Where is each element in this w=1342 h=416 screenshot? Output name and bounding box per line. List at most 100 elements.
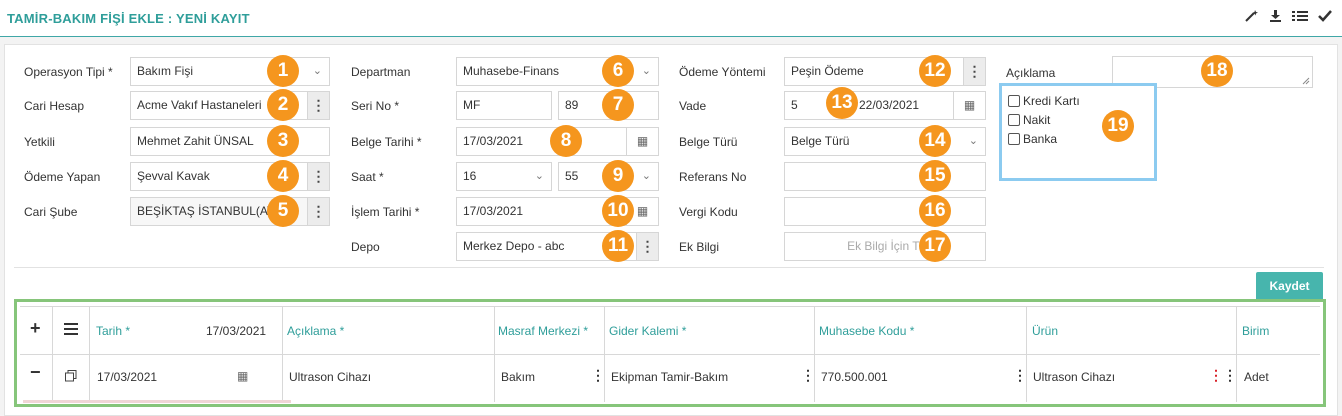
operasyon-tipi-label: Operasyon Tipi * <box>24 65 113 79</box>
copy-icon[interactable] <box>65 370 77 385</box>
annotation-badge: 16 <box>919 195 951 227</box>
departman-value: Muhasebe-Finans <box>463 64 560 78</box>
annotation-badge: 12 <box>919 55 951 87</box>
annotation-badge: 6 <box>602 55 634 87</box>
col-header-muhasebe-kodu[interactable]: Muhasebe Kodu * <box>819 324 914 338</box>
col-header-birim[interactable]: Birim <box>1242 324 1269 338</box>
nakit-checkbox[interactable]: Nakit <box>1008 113 1050 127</box>
islem-tarihi-value: 17/03/2021 <box>463 204 524 218</box>
checkbox-icon[interactable] <box>1008 133 1020 145</box>
belge-tarihi-input[interactable]: 17/03/2021 <box>456 127 627 156</box>
row-urun[interactable]: Ultrason Cihazı <box>1033 370 1115 384</box>
urun-menu-button[interactable]: ⋮ <box>1223 367 1237 384</box>
saat-label: Saat * <box>351 170 384 184</box>
annotation-badge: 3 <box>267 125 299 157</box>
magic-wand-icon[interactable] <box>1244 9 1258 26</box>
col-header-urun[interactable]: Ürün <box>1032 324 1058 338</box>
odeme-yapan-value: Şevval Kavak <box>137 169 210 183</box>
nakit-label: Nakit <box>1023 113 1051 127</box>
ek-bilgi-input[interactable]: Ek Bilgi İçin Tı <box>784 232 986 261</box>
row-tarih[interactable]: 17/03/2021 <box>97 370 157 384</box>
calendar-icon[interactable]: ▦ <box>954 91 986 120</box>
annotation-badge: 18 <box>1201 55 1233 87</box>
col-header-tarih-value: 17/03/2021 <box>206 324 267 338</box>
cari-hesap-menu-button[interactable]: ⋮ <box>308 91 330 120</box>
annotation-badge: 7 <box>602 89 634 121</box>
cari-sube-menu-button[interactable]: ⋮ <box>308 197 330 226</box>
kredi-karti-label: Kredi Kartı <box>1023 94 1080 108</box>
departman-label: Departman <box>351 65 411 79</box>
col-header-gider-kalemi[interactable]: Gider Kalemi * <box>609 324 686 338</box>
muhasebe-kodu-menu-button[interactable]: ⋮ <box>1013 367 1027 384</box>
vade-date-value: 22/03/2021 <box>859 98 920 112</box>
operasyon-tipi-value: Bakım Fişi <box>137 64 194 78</box>
horizontal-scrollbar[interactable] <box>23 400 291 403</box>
aciklama-label: Açıklama <box>1006 66 1056 80</box>
masraf-merkezi-menu-button[interactable]: ⋮ <box>591 367 605 384</box>
depo-label: Depo <box>351 240 380 254</box>
annotation-badge: 10 <box>602 195 634 227</box>
yetkili-value: Mehmet Zahit ÜNSAL <box>137 134 254 148</box>
grid-col-border <box>52 306 53 402</box>
seri-no-prefix-input[interactable]: MF <box>456 91 552 120</box>
vergi-kodu-input[interactable] <box>784 197 986 226</box>
depo-menu-button[interactable]: ⋮ <box>637 232 659 261</box>
banka-checkbox[interactable]: Banka <box>1008 132 1057 146</box>
list-icon[interactable] <box>1292 9 1308 26</box>
annotation-badge: 14 <box>919 125 951 157</box>
seri-no-label: Seri No * <box>351 99 400 113</box>
odeme-yapan-menu-button[interactable]: ⋮ <box>308 162 330 191</box>
referans-no-label: Referans No <box>679 170 747 184</box>
odeme-yontemi-menu-button[interactable]: ⋮ <box>964 57 986 86</box>
vade-input[interactable]: 5 22/03/2021 <box>784 91 954 120</box>
row-muhasebe-kodu[interactable]: 770.500.001 <box>821 370 888 384</box>
check-icon[interactable] <box>1318 9 1332 26</box>
remove-row-button[interactable]: − <box>30 363 41 381</box>
kredi-karti-checkbox[interactable]: Kredi Kartı <box>1008 94 1080 108</box>
vade-days-value: 5 <box>791 98 798 112</box>
resize-handle-icon[interactable] <box>1302 77 1310 85</box>
chevron-down-icon: ⌄ <box>312 65 322 77</box>
annotation-badge: 5 <box>267 195 299 227</box>
cari-sube-label: Cari Şube <box>24 205 78 219</box>
annotation-badge: 15 <box>919 160 951 192</box>
add-row-button[interactable]: + <box>30 319 41 337</box>
checkbox-icon[interactable] <box>1008 114 1020 126</box>
referans-no-input[interactable] <box>784 162 986 191</box>
yetkili-input[interactable]: Mehmet Zahit ÜNSAL <box>130 127 330 156</box>
chevron-down-icon: ⌄ <box>968 135 978 147</box>
grid-col-border <box>1026 306 1027 402</box>
calendar-icon[interactable]: ▦ <box>237 369 248 383</box>
expense-grid: + Tarih * 17/03/2021 Açıklama * Masraf M… <box>14 299 1326 407</box>
odeme-yapan-label: Ödeme Yapan <box>24 170 101 184</box>
row-gider-kalemi[interactable]: Ekipman Tamir-Bakım <box>611 370 728 384</box>
download-icon[interactable] <box>1269 9 1282 26</box>
saat-hour-select[interactable]: 16 ⌄ <box>456 162 552 191</box>
belge-turu-select[interactable]: Belge Türü ⌄ <box>784 127 986 156</box>
save-button[interactable]: Kaydet <box>1256 272 1323 301</box>
checkbox-icon[interactable] <box>1008 95 1020 107</box>
annotation-badge: 19 <box>1102 110 1134 142</box>
calendar-icon[interactable]: ▦ <box>627 127 659 156</box>
grid-col-border <box>604 306 605 402</box>
odeme-yontemi-label: Ödeme Yöntemi <box>679 65 766 79</box>
grid-col-border <box>1236 306 1237 402</box>
vade-label: Vade <box>679 99 707 113</box>
payment-options-group: Kredi Kartı Nakit Banka <box>999 83 1157 181</box>
grid-col-border <box>282 306 283 402</box>
row-masraf-merkezi[interactable]: Bakım <box>501 370 535 384</box>
col-header-tarih[interactable]: Tarih * <box>96 324 130 338</box>
row-birim[interactable]: Adet <box>1244 370 1269 384</box>
menu-lines-icon[interactable] <box>64 323 78 338</box>
row-aciklama[interactable]: Ultrason Cihazı <box>289 370 371 384</box>
operasyon-tipi-select[interactable]: Bakım Fişi ⌄ <box>130 57 330 86</box>
annotation-badge: 8 <box>550 125 582 157</box>
saat-hour-value: 16 <box>463 169 477 183</box>
urun-alert-menu-button[interactable]: ⋮ <box>1209 367 1223 384</box>
odeme-yontemi-value: Peşin Ödeme <box>791 64 864 78</box>
col-header-masraf-merkezi[interactable]: Masraf Merkezi * <box>498 324 588 338</box>
cari-hesap-value: Acme Vakıf Hastaneleri <box>137 98 262 112</box>
vergi-kodu-label: Vergi Kodu <box>679 205 738 219</box>
col-header-aciklama[interactable]: Açıklama * <box>287 324 344 338</box>
gider-kalemi-menu-button[interactable]: ⋮ <box>801 367 815 384</box>
